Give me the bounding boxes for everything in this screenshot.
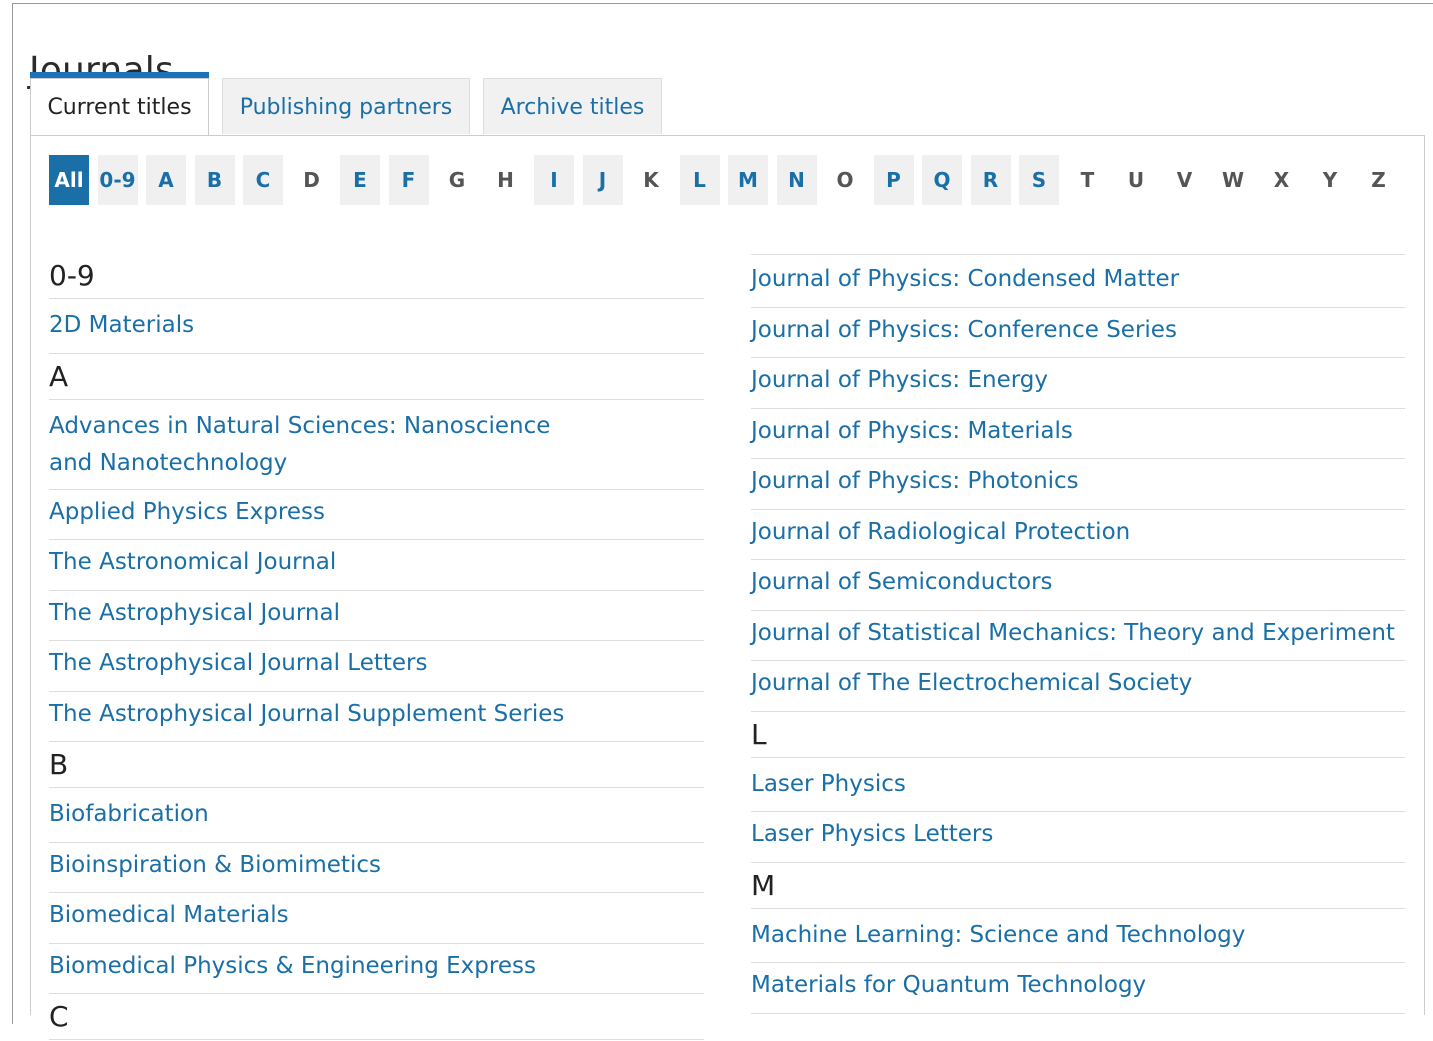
journal-link[interactable]: Journal of Physics: Condensed Matter (751, 256, 1405, 308)
journal-link[interactable]: Journal of Statistical Mechanics: Theory… (751, 610, 1405, 661)
group-heading: C (49, 993, 704, 1040)
journal-link[interactable]: Journal of Radiological Protection (751, 509, 1405, 560)
tab-archive-titles[interactable]: Archive titles (483, 78, 662, 134)
letter-filter-q[interactable]: Q (922, 155, 962, 205)
letter-filter-i[interactable]: I (534, 155, 574, 205)
journal-link[interactable]: Machine Learning: Science and Technology (751, 912, 1405, 963)
tab-current-titles[interactable]: Current titles (30, 78, 209, 136)
letter-filter-b[interactable]: B (194, 155, 235, 205)
journal-link[interactable]: The Astronomical Journal (49, 539, 704, 591)
journal-link[interactable]: 2D Materials (49, 302, 704, 354)
letter-filter-t: T (1080, 168, 1095, 192)
letter-filter-w: W (1221, 168, 1245, 192)
journal-link[interactable]: Journal of Semiconductors (751, 559, 1405, 611)
letter-filter-y: Y (1322, 168, 1338, 192)
letter-filter-g: G (448, 168, 466, 192)
journal-link[interactable]: Biofabrication (49, 791, 704, 843)
journal-link[interactable]: The Astrophysical Journal (49, 590, 704, 641)
group-heading: 0-9 (49, 252, 704, 299)
journal-link[interactable]: Laser Physics Letters (751, 811, 1405, 863)
group-heading: M (751, 862, 1405, 909)
journal-link[interactable]: The Astrophysical Journal Letters (49, 640, 704, 692)
divider (751, 254, 1405, 255)
letter-filter-j[interactable]: J (582, 155, 623, 205)
journal-link[interactable]: Laser Physics (751, 761, 1405, 812)
letter-filter-x: X (1273, 168, 1290, 192)
letter-filter-u: U (1127, 168, 1145, 192)
letter-filter-all[interactable]: All (49, 155, 89, 205)
letter-filter-n[interactable]: N (776, 155, 817, 205)
letter-filter-d: D (303, 168, 320, 192)
journal-link[interactable]: Bioinspiration & Biomimetics (49, 842, 704, 893)
journal-link[interactable]: Materials for Quantum Technology (751, 962, 1405, 1014)
letter-filter-k: K (643, 168, 659, 192)
letter-filter-o: O (836, 168, 854, 192)
journal-link[interactable]: Applied Physics Express (49, 489, 704, 540)
letter-filter-a[interactable]: A (146, 155, 186, 205)
group-heading: B (49, 741, 704, 788)
letter-filter-s[interactable]: S (1019, 155, 1059, 205)
journal-link[interactable]: Advances in Natural Sciences: Nanoscienc… (49, 403, 704, 490)
journal-link[interactable]: Journal of The Electrochemical Society (751, 660, 1405, 712)
group-heading: L (751, 711, 1405, 758)
letter-filter-r[interactable]: R (970, 155, 1011, 205)
journal-link[interactable]: Journal of Physics: Conference Series (751, 307, 1405, 358)
group-heading: A (49, 353, 704, 400)
journal-link[interactable]: Biomedical Physics & Engineering Express (49, 943, 704, 994)
letter-filter-c[interactable]: C (243, 155, 283, 205)
tab-publishing-partners[interactable]: Publishing partners (222, 78, 470, 134)
letter-filter-v: V (1176, 168, 1193, 192)
letter-filter-e[interactable]: E (340, 155, 380, 205)
journal-link[interactable]: The Astrophysical Journal Supplement Ser… (49, 691, 704, 742)
journal-link[interactable]: Biomedical Materials (49, 892, 704, 944)
journal-link[interactable]: Journal of Physics: Photonics (751, 458, 1405, 510)
letter-filter-0-9[interactable]: 0-9 (97, 155, 138, 205)
letter-filter-f[interactable]: F (388, 155, 429, 205)
letter-filter-h: H (497, 168, 514, 192)
letter-filter-z: Z (1371, 168, 1386, 192)
journal-link[interactable]: Journal of Physics: Materials (751, 408, 1405, 459)
letter-filter-m[interactable]: M (728, 155, 768, 205)
journal-link[interactable]: Journal of Physics: Energy (751, 357, 1405, 409)
letter-filter-p[interactable]: P (873, 155, 914, 205)
letter-filter-l[interactable]: L (679, 155, 720, 205)
